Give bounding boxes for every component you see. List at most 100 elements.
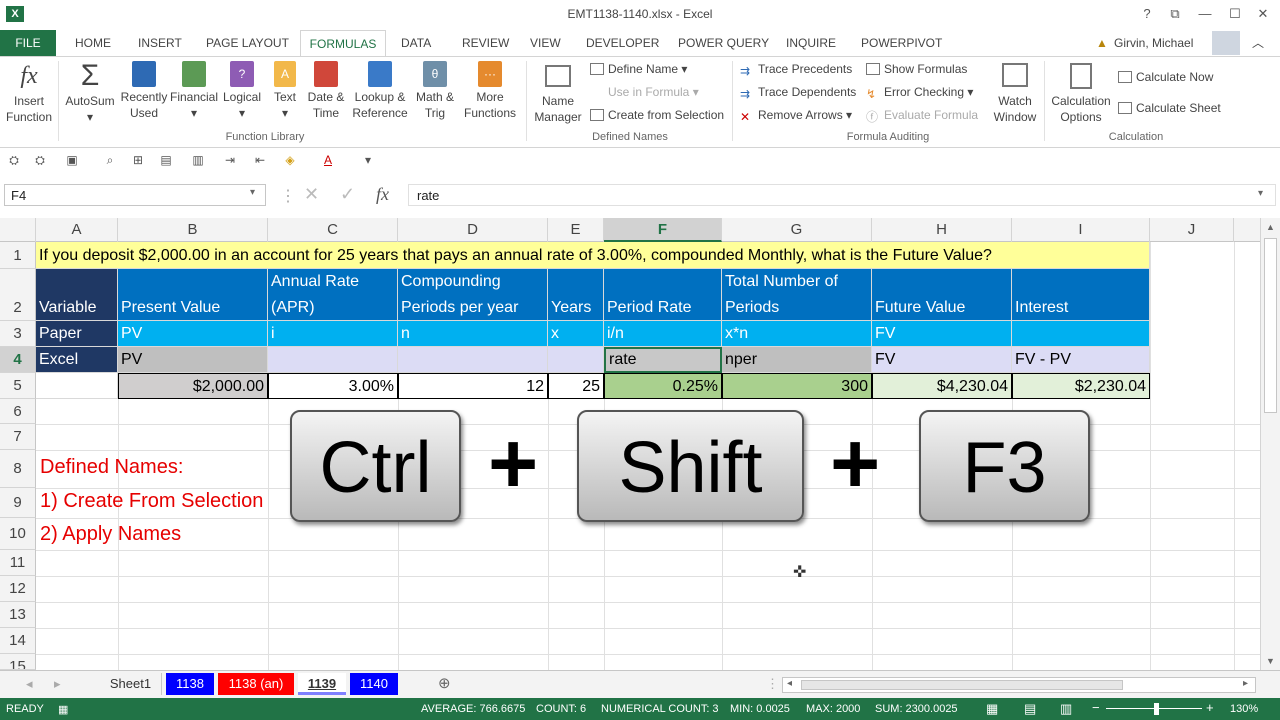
row-header-14[interactable]: 14 <box>0 628 36 654</box>
calculation-options-button[interactable]: Calculation Options <box>1048 61 1114 125</box>
row-header-13[interactable]: 13 <box>0 602 36 628</box>
horizontal-scroll-thumb[interactable] <box>801 680 1123 690</box>
math-trig-button[interactable]: θ Math & Trig <box>412 61 458 121</box>
status-sum[interactable]: SUM: 2300.0025 <box>875 703 958 715</box>
cell-h4[interactable]: FV <box>872 347 1012 373</box>
cell-b2[interactable]: Present Value <box>118 269 268 321</box>
col-header-a[interactable]: A <box>36 218 118 242</box>
col-header-g[interactable]: G <box>722 218 872 242</box>
cell-d4[interactable] <box>398 347 548 373</box>
evaluate-formula-button[interactable]: ⓕ Evaluate Formula <box>866 107 978 124</box>
col-header-f[interactable]: F <box>604 218 722 242</box>
cell-a5[interactable] <box>36 373 118 399</box>
minimize-button[interactable]: — <box>1192 4 1218 24</box>
normal-view-icon[interactable]: ▦ <box>986 701 998 717</box>
cell-f3[interactable]: i/n <box>604 321 722 347</box>
col-header-b[interactable]: B <box>118 218 268 242</box>
cell-g3[interactable]: x*n <box>722 321 872 347</box>
watch-window-button[interactable]: Watch Window <box>988 61 1042 125</box>
row-header-6[interactable]: 6 <box>0 399 36 424</box>
define-name-button[interactable]: Define Name ▾ <box>590 61 687 77</box>
financial-button[interactable]: Financial ▾ <box>170 61 218 121</box>
status-count[interactable]: COUNT: 6 <box>536 703 586 715</box>
cell-d5[interactable]: 12 <box>398 373 548 399</box>
status-min[interactable]: MIN: 0.0025 <box>730 703 790 715</box>
maximize-button[interactable]: ☐ <box>1222 4 1248 24</box>
row-header-1[interactable]: 1 <box>0 242 36 269</box>
user-name[interactable]: Girvin, Michael <box>1114 30 1193 56</box>
formula-input[interactable]: rate <box>408 184 1276 206</box>
scroll-left-icon[interactable]: ◂ <box>787 678 792 689</box>
name-manager-button[interactable]: Name Manager <box>530 61 586 125</box>
cell-h5[interactable]: $4,230.04 <box>872 373 1012 399</box>
cell-d3[interactable]: n <box>398 321 548 347</box>
logical-button[interactable]: ? Logical ▾ <box>220 61 264 121</box>
tab-inquire[interactable]: INQUIRE <box>786 30 836 56</box>
use-in-formula-button[interactable]: Use in Formula ▾ <box>590 84 699 100</box>
col-header-i[interactable]: I <box>1012 218 1150 242</box>
cell-i2[interactable]: Interest <box>1012 269 1150 321</box>
close-button[interactable]: ✕ <box>1250 4 1276 24</box>
macro-record-icon[interactable]: ▦ <box>58 703 68 716</box>
cell-c4[interactable] <box>268 347 398 373</box>
text-button[interactable]: A Text ▾ <box>268 61 302 121</box>
cell-c5[interactable]: 3.00% <box>268 373 398 399</box>
toolbar-icon-3[interactable]: ▣ <box>64 152 80 168</box>
tab-file[interactable]: FILE <box>0 30 56 56</box>
sheet-tab-1138-an[interactable]: 1138 (an) <box>218 673 294 695</box>
tab-data[interactable]: DATA <box>401 30 431 56</box>
create-from-selection-button[interactable]: Create from Selection <box>590 107 724 123</box>
cell-c3[interactable]: i <box>268 321 398 347</box>
cell-a2[interactable]: Variable <box>36 269 118 321</box>
border-icon[interactable]: ⊞ <box>130 152 146 168</box>
cell-e4[interactable] <box>548 347 604 373</box>
col-header-e[interactable]: E <box>548 218 604 242</box>
row-header-15[interactable]: 15 <box>0 654 36 670</box>
row-header-9[interactable]: 9 <box>0 488 36 518</box>
tab-power-query[interactable]: POWER QUERY <box>678 30 769 56</box>
cell-e5[interactable]: 25 <box>548 373 604 399</box>
tab-page-layout[interactable]: PAGE LAYOUT <box>206 30 289 56</box>
lookup-reference-button[interactable]: Lookup & Reference <box>348 61 412 121</box>
show-formulas-button[interactable]: Show Formulas <box>866 61 967 77</box>
recently-used-button[interactable]: Recently Used <box>118 61 170 121</box>
row-header-2[interactable]: 2 <box>0 269 36 321</box>
add-sheet-icon[interactable]: ⊕ <box>430 673 459 695</box>
col-header-c[interactable]: C <box>268 218 398 242</box>
avatar[interactable] <box>1212 31 1240 55</box>
select-all-corner[interactable] <box>0 218 36 242</box>
more-functions-button[interactable]: ··· More Functions <box>458 61 522 121</box>
date-time-button[interactable]: Date & Time <box>304 61 348 121</box>
tab-review[interactable]: REVIEW <box>462 30 509 56</box>
cell-i5[interactable]: $2,230.04 <box>1012 373 1150 399</box>
scroll-right-icon[interactable]: ▸ <box>1243 678 1248 689</box>
customize-icon[interactable]: ▾ <box>360 152 376 168</box>
cell-e3[interactable]: x <box>548 321 604 347</box>
toolbar-icon-1[interactable]: ⛭ <box>6 152 22 168</box>
cell-h2[interactable]: Future Value <box>872 269 1012 321</box>
zoom-out-icon[interactable]: − <box>1092 700 1100 715</box>
scroll-down-icon[interactable]: ▼ <box>1266 656 1275 666</box>
cell-f2[interactable]: Period Rate <box>604 269 722 321</box>
tab-home[interactable]: HOME <box>75 30 111 56</box>
col-header-j[interactable]: J <box>1150 218 1234 242</box>
cell-f5[interactable]: 0.25% <box>604 373 722 399</box>
ribbon-display-icon[interactable]: ⧉ <box>1162 4 1188 24</box>
next-sheet-icon[interactable]: ▸ <box>46 673 69 695</box>
chevron-up-icon[interactable]: ︿ <box>1252 30 1264 56</box>
toolbar-icon-6[interactable]: ▤ <box>158 152 174 168</box>
tab-developer[interactable]: DEVELOPER <box>586 30 659 56</box>
row-header-11[interactable]: 11 <box>0 550 36 576</box>
trace-precedents-button[interactable]: ⇉ Trace Precedents <box>740 61 852 78</box>
scroll-up-icon[interactable]: ▲ <box>1266 222 1275 232</box>
vertical-scrollbar[interactable]: ▲ ▼ <box>1260 218 1280 670</box>
calculate-now-button[interactable]: Calculate Now <box>1118 69 1213 85</box>
sheet-tab-1139[interactable]: 1139 <box>298 673 346 695</box>
horizontal-scrollbar[interactable]: ◂ ▸ <box>782 677 1256 693</box>
toolbar-icon-2[interactable]: ⛭ <box>32 152 48 168</box>
zoom-slider-thumb[interactable] <box>1154 703 1159 715</box>
cell-a1-question[interactable]: If you deposit $2,000.00 in an account f… <box>36 242 1150 269</box>
row-header-7[interactable]: 7 <box>0 424 36 450</box>
fill-color-icon[interactable]: ◈ <box>282 152 298 168</box>
row-header-10[interactable]: 10 <box>0 518 36 550</box>
